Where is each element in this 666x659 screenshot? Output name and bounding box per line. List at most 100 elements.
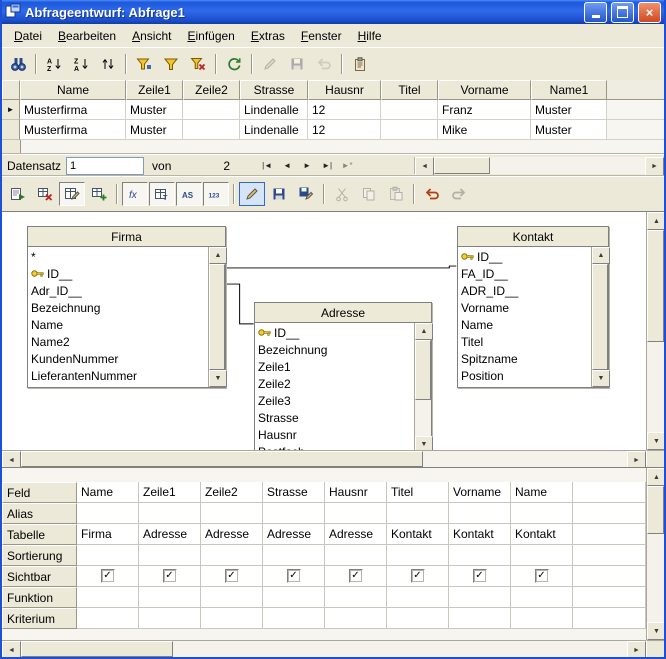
save-button[interactable] bbox=[266, 182, 292, 206]
alias-button[interactable]: AS bbox=[176, 182, 202, 206]
query-grid-filler[interactable] bbox=[573, 608, 646, 629]
query-grid-cell[interactable] bbox=[511, 566, 573, 587]
results-horizontal-scrollbar[interactable]: ◄ ► bbox=[414, 157, 664, 174]
scroll-up-button[interactable]: ▲ bbox=[647, 468, 666, 486]
results-column-header[interactable]: Zeile1 bbox=[126, 80, 183, 100]
query-grid-filler[interactable] bbox=[573, 587, 646, 608]
field-item[interactable]: Adr_ID__ bbox=[28, 282, 208, 299]
row-selector[interactable]: ► bbox=[2, 100, 20, 120]
undo-button[interactable] bbox=[419, 182, 445, 206]
field-item[interactable]: LieferantenNummer bbox=[28, 367, 208, 384]
query-grid-cell[interactable] bbox=[511, 545, 573, 566]
last-record-button[interactable]: ►| bbox=[318, 158, 336, 174]
results-column-header[interactable]: Name bbox=[20, 80, 126, 100]
design-horizontal-scrollbar[interactable]: ◄ ► bbox=[2, 450, 646, 467]
query-grid-cell[interactable]: Adresse bbox=[325, 524, 387, 545]
query-grid-cell[interactable] bbox=[263, 608, 325, 629]
menu-item-einfuegen[interactable]: Einfügen bbox=[179, 26, 242, 46]
scroll-down-button[interactable]: ▼ bbox=[415, 436, 433, 450]
scroll-left-button[interactable]: ◄ bbox=[2, 641, 21, 659]
query-grid-cell[interactable] bbox=[139, 503, 201, 524]
scrollbar-thumb[interactable] bbox=[21, 451, 423, 467]
query-grid-cell[interactable] bbox=[139, 566, 201, 587]
results-cell[interactable]: Musterfirma bbox=[20, 100, 126, 120]
query-grid-cell[interactable] bbox=[511, 587, 573, 608]
join-line-firma-kontakt[interactable] bbox=[224, 266, 457, 268]
query-grid-cell[interactable] bbox=[77, 503, 139, 524]
query-grid-filler[interactable] bbox=[573, 524, 646, 545]
new-record-button[interactable]: ►* bbox=[338, 158, 356, 174]
results-cell[interactable]: Lindenalle bbox=[240, 120, 308, 140]
results-cell[interactable] bbox=[381, 100, 438, 120]
field-item[interactable]: Hausnr bbox=[255, 426, 414, 443]
field-item[interactable]: Name bbox=[458, 316, 591, 333]
add-tables-button[interactable] bbox=[86, 182, 112, 206]
query-grid-cell[interactable] bbox=[387, 608, 449, 629]
query-grid-cell[interactable]: Vorname bbox=[449, 482, 511, 503]
scrollbar-thumb[interactable] bbox=[434, 157, 490, 174]
table-name-button[interactable]: T bbox=[149, 182, 175, 206]
query-grid-cell[interactable]: Adresse bbox=[139, 524, 201, 545]
scrollbar-thumb[interactable] bbox=[209, 264, 225, 370]
query-grid-cell[interactable]: Name bbox=[511, 482, 573, 503]
next-record-button[interactable]: ► bbox=[298, 158, 316, 174]
cut-button[interactable] bbox=[329, 182, 355, 206]
scroll-up-button[interactable]: ▲ bbox=[415, 323, 433, 340]
query-grid-cell[interactable] bbox=[263, 503, 325, 524]
query-grid-cell[interactable]: Hausnr bbox=[325, 482, 387, 503]
query-grid-cell[interactable] bbox=[201, 587, 263, 608]
design-table-adresse[interactable]: Adresse ID__ Bezeichnung Zeile1 Zeile2 Z… bbox=[254, 302, 432, 450]
query-grid-cell[interactable] bbox=[449, 503, 511, 524]
results-cell[interactable]: 12 bbox=[308, 120, 381, 140]
field-item[interactable]: KundenNummer bbox=[28, 350, 208, 367]
remove-filter-button[interactable] bbox=[185, 52, 211, 76]
query-grid-cell[interactable] bbox=[201, 566, 263, 587]
edit-button[interactable] bbox=[239, 182, 265, 206]
query-grid-cell[interactable] bbox=[449, 545, 511, 566]
field-item[interactable]: Strasse bbox=[255, 409, 414, 426]
edit-data-button[interactable] bbox=[257, 52, 283, 76]
sort-ascending-button[interactable]: AZ bbox=[41, 52, 67, 76]
field-item[interactable]: ID__ bbox=[255, 324, 414, 341]
scrollbar-track[interactable] bbox=[490, 157, 645, 174]
close-button[interactable]: × bbox=[638, 2, 661, 23]
query-grid-cell[interactable] bbox=[77, 608, 139, 629]
query-grid-cell[interactable]: Kontakt bbox=[511, 524, 573, 545]
query-grid-cell[interactable] bbox=[263, 587, 325, 608]
query-grid-cell[interactable] bbox=[263, 545, 325, 566]
results-cell[interactable]: Muster bbox=[531, 120, 607, 140]
run-query-button[interactable] bbox=[5, 182, 31, 206]
table-caption[interactable]: Kontakt bbox=[458, 227, 608, 247]
record-number-input[interactable] bbox=[66, 157, 144, 175]
query-grid-cell[interactable] bbox=[263, 566, 325, 587]
field-item[interactable]: Vorname bbox=[458, 299, 591, 316]
distinct-values-button[interactable]: 123 bbox=[203, 182, 229, 206]
query-grid-cell[interactable] bbox=[325, 608, 387, 629]
visible-checkbox[interactable] bbox=[101, 569, 115, 583]
query-grid-cell[interactable] bbox=[325, 545, 387, 566]
scroll-down-button[interactable]: ▼ bbox=[209, 370, 227, 387]
results-column-header[interactable]: Hausnr bbox=[308, 80, 381, 100]
design-table-kontakt[interactable]: Kontakt ID__ FA_ID__ ADR_ID__ Vorname Na… bbox=[457, 226, 609, 388]
row-selector[interactable] bbox=[2, 140, 21, 154]
results-column-header[interactable]: Strasse bbox=[240, 80, 308, 100]
query-grid-cell[interactable]: Titel bbox=[387, 482, 449, 503]
results-cell[interactable]: Franz bbox=[438, 100, 531, 120]
scrollbar-track[interactable] bbox=[647, 342, 664, 432]
scrollbar-track[interactable] bbox=[647, 534, 664, 622]
field-item[interactable]: Bezeichnung bbox=[28, 299, 208, 316]
results-cell[interactable] bbox=[381, 120, 438, 140]
results-column-header[interactable]: Name1 bbox=[531, 80, 607, 100]
scroll-left-button[interactable]: ◄ bbox=[415, 157, 434, 176]
visible-checkbox[interactable] bbox=[287, 569, 301, 583]
visible-checkbox[interactable] bbox=[225, 569, 239, 583]
results-cell[interactable]: Muster bbox=[126, 100, 183, 120]
menu-item-datei[interactable]: Datei bbox=[6, 26, 50, 46]
scrollbar-track[interactable] bbox=[415, 400, 431, 436]
field-item[interactable]: ID__ bbox=[28, 265, 208, 282]
field-item[interactable]: Position bbox=[458, 367, 591, 384]
sort-descending-button[interactable]: ZA bbox=[68, 52, 94, 76]
query-grid-cell[interactable] bbox=[511, 503, 573, 524]
visible-checkbox[interactable] bbox=[535, 569, 549, 583]
field-item[interactable]: ADR_ID__ bbox=[458, 282, 591, 299]
